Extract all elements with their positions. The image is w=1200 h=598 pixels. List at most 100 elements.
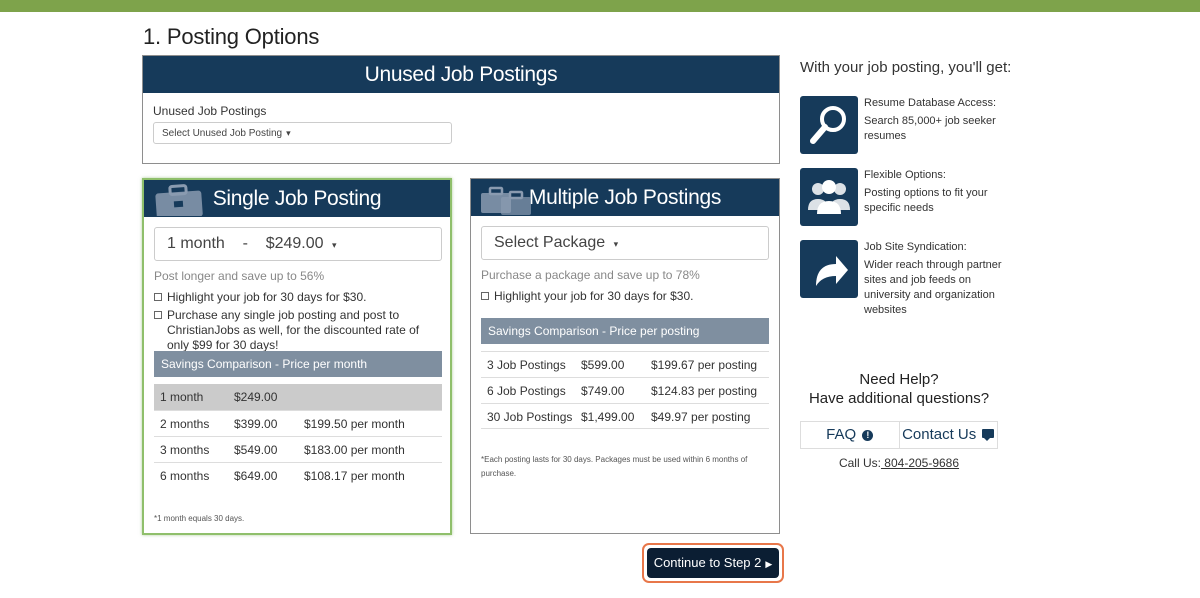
single-panel-header: Single Job Posting [144, 180, 450, 217]
highlight-label: Highlight your job for 30 days for $30. [167, 290, 367, 304]
row-term: 2 months [160, 417, 210, 431]
table-row: 3 Job Postings $599.00 $199.67 per posti… [481, 351, 769, 377]
duration-separator: - [242, 235, 248, 252]
briefcases-icon [481, 186, 531, 215]
package-select[interactable]: Select Package ▾ [481, 226, 769, 260]
row-price: $399.00 [234, 417, 278, 431]
christianjobs-checkbox[interactable] [154, 311, 162, 319]
caret-down-icon: ▾ [613, 239, 619, 249]
single-highlight-option[interactable]: Highlight your job for 30 days for $30. [154, 290, 444, 305]
caret-down-icon: ▾ [332, 240, 337, 250]
call-us-line: Call Us: 804-205-9686 [800, 456, 998, 470]
multi-highlight-label: Highlight your job for 30 days for $30. [494, 289, 694, 303]
feature-job-syndication: Job Site Syndication: Wider reach throug… [800, 240, 1010, 316]
table-row: 30 Job Postings $1,499.00 $49.97 per pos… [481, 403, 769, 429]
single-savings-header: Savings Comparison - Price per month [154, 351, 442, 377]
row-price: $549.00 [234, 443, 278, 457]
row-price: $1,499.00 [581, 410, 635, 424]
row-per: $108.17 per month [304, 469, 405, 483]
continue-button-inner: Continue to Step 2 ▶ [647, 548, 779, 578]
unused-select-value: Select Unused Job Posting [162, 128, 283, 139]
feature-title: Job Site Syndication: [864, 241, 967, 253]
row-per: $49.97 per posting [651, 410, 751, 424]
row-per: $124.83 per posting [651, 384, 758, 398]
multi-savings-header: Savings Comparison - Price per posting [481, 318, 769, 344]
christianjobs-label: Purchase any single job posting and post… [167, 308, 420, 352]
row-term: 3 months [160, 443, 210, 457]
multi-highlight-option[interactable]: Highlight your job for 30 days for $30. [481, 289, 771, 304]
feature-text: Flexible Options: Posting options to fit… [864, 168, 1004, 216]
unused-postings-label: Unused Job Postings [153, 104, 267, 118]
faq-label: FAQ [826, 426, 857, 443]
exclamation-icon: ! [862, 430, 874, 441]
row-term: 6 months [160, 469, 210, 483]
row-term: 1 month [160, 390, 204, 404]
multi-savings-note: Purchase a package and save up to 78% [481, 268, 700, 282]
top-accent-bar [0, 0, 1200, 12]
unused-panel-header: Unused Job Postings [143, 56, 779, 93]
feature-flexible-options: Flexible Options: Posting options to fit… [800, 168, 1010, 228]
caret-down-icon: ▾ [286, 128, 291, 138]
single-footnote: *1 month equals 30 days. [154, 514, 245, 523]
highlight-checkbox[interactable] [154, 293, 162, 301]
feature-title: Resume Database Access: [864, 97, 997, 109]
row-per: $199.50 per month [304, 417, 405, 431]
feature-text: Resume Database Access: Search 85,000+ j… [864, 96, 1004, 144]
benefits-heading: With your job posting, you'll get: [800, 59, 1012, 76]
briefcase-icon [155, 184, 203, 216]
caret-right-icon: ▶ [765, 559, 773, 569]
need-help-block: Need Help? Have additional questions? [800, 370, 998, 408]
christianjobs-option[interactable]: Purchase any single job posting and post… [154, 308, 444, 353]
magnifier-icon [800, 96, 858, 154]
chat-bubble-icon [982, 429, 995, 441]
row-per: $199.67 per posting [651, 358, 758, 372]
help-line-1: Need Help? [859, 371, 939, 388]
table-row: 2 months $399.00 $199.50 per month [154, 410, 442, 436]
single-price-table: 1 month $249.00 2 months $399.00 $199.50… [154, 384, 442, 488]
share-arrow-icon [800, 240, 858, 298]
feature-text: Job Site Syndication: Wider reach throug… [864, 240, 1004, 318]
unused-posting-select[interactable]: Select Unused Job Posting ▾ [153, 122, 452, 144]
table-row: 1 month $249.00 [154, 384, 442, 410]
phone-link[interactable]: 804-205-9686 [881, 456, 959, 470]
table-row: 6 Job Postings $749.00 $124.83 per posti… [481, 377, 769, 403]
faq-button[interactable]: FAQ ! [801, 422, 899, 448]
continue-button[interactable]: Continue to Step 2 ▶ [642, 543, 784, 583]
row-price: $749.00 [581, 384, 625, 398]
duration-select[interactable]: 1 month - $249.00 ▾ [154, 227, 442, 261]
unused-postings-panel: Unused Job Postings Unused Job Postings … [142, 55, 780, 164]
feature-resume-database: Resume Database Access: Search 85,000+ j… [800, 96, 1010, 156]
multi-price-table: 3 Job Postings $599.00 $199.67 per posti… [481, 351, 769, 429]
help-line-2: Have additional questions? [808, 390, 990, 407]
contact-us-button[interactable]: Contact Us [898, 422, 998, 448]
table-row: 3 months $549.00 $183.00 per month [154, 436, 442, 462]
single-savings-note: Post longer and save up to 56% [154, 269, 325, 283]
row-price: $649.00 [234, 469, 278, 483]
row-term: 30 Job Postings [487, 410, 573, 424]
contact-label: Contact Us [902, 426, 977, 443]
feature-title: Flexible Options: [864, 169, 946, 181]
row-price: $599.00 [581, 358, 625, 372]
multi-panel-header: Multiple Job Postings [471, 179, 779, 216]
feature-desc: Wider reach through partner sites and jo… [864, 259, 1002, 316]
feature-desc: Search 85,000+ job seeker resumes [864, 115, 996, 142]
duration-price: $249.00 [265, 235, 324, 252]
package-select-value: Select Package [494, 234, 606, 251]
call-label: Call Us: [838, 456, 881, 470]
multiple-postings-panel[interactable]: Multiple Job Postings Select Package ▾ P… [470, 178, 780, 534]
duration-value: 1 month [167, 235, 225, 252]
row-per: $183.00 per month [304, 443, 405, 457]
row-term: 3 Job Postings [487, 358, 566, 372]
page-title: 1. Posting Options [143, 24, 320, 49]
feature-desc: Posting options to fit your specific nee… [864, 187, 988, 214]
single-posting-panel[interactable]: Single Job Posting 1 month - $249.00 ▾ P… [142, 178, 452, 535]
people-icon [800, 168, 858, 226]
continue-label: Continue to Step 2 [653, 555, 762, 570]
multi-footnote: *Each posting lasts for 30 days. Package… [481, 455, 748, 478]
table-row: 6 months $649.00 $108.17 per month [154, 462, 442, 488]
multi-header-title: Multiple Job Postings [528, 186, 722, 209]
multi-highlight-checkbox[interactable] [481, 292, 489, 300]
row-price: $249.00 [234, 390, 278, 404]
row-term: 6 Job Postings [487, 384, 566, 398]
help-button-group: FAQ ! Contact Us [800, 421, 998, 449]
